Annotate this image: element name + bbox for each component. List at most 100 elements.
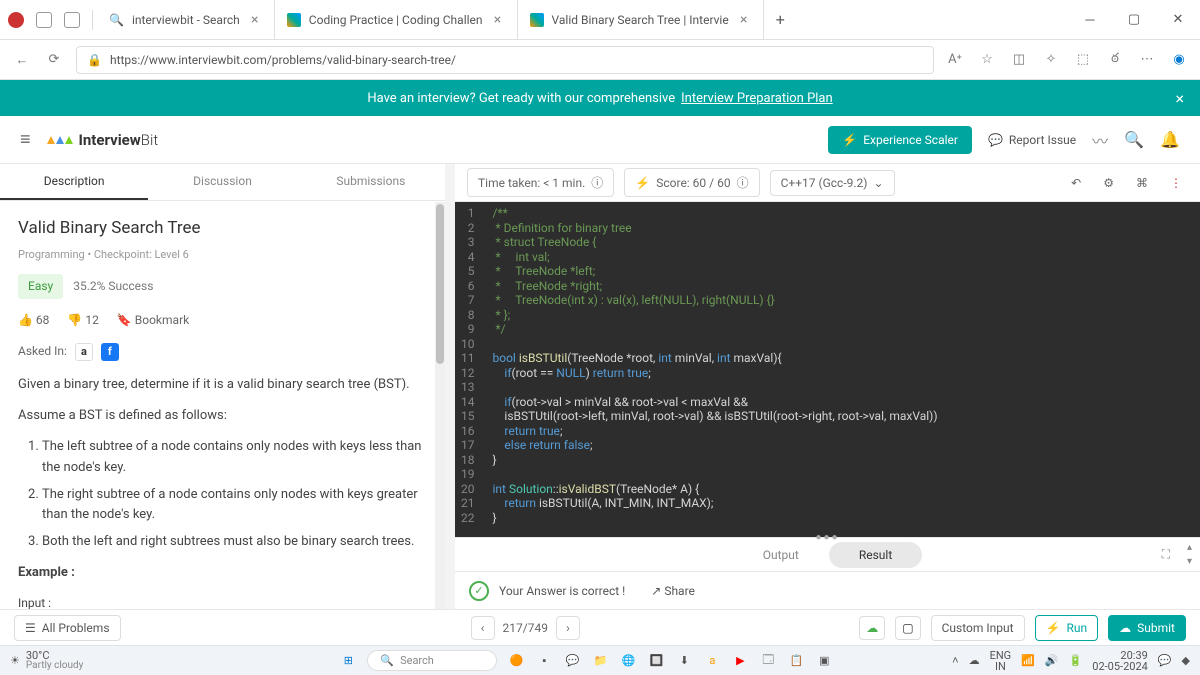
app-icon[interactable]: a xyxy=(703,652,721,670)
chevron-up-icon[interactable]: ˄ xyxy=(952,654,958,667)
app-icon[interactable]: 💬 xyxy=(563,652,581,670)
tab-discussion[interactable]: Discussion xyxy=(148,164,296,200)
notification-icon[interactable]: 💬 xyxy=(1158,654,1172,667)
tab-description[interactable]: Description xyxy=(0,164,148,200)
close-icon[interactable]: × xyxy=(1175,89,1184,108)
banner-link[interactable]: Interview Preparation Plan xyxy=(681,91,833,106)
bookmark-button[interactable]: 🔖 Bookmark xyxy=(117,311,189,330)
share-button[interactable]: ↗ Share xyxy=(651,584,695,598)
submit-button[interactable]: ☁ Submit xyxy=(1108,615,1186,641)
upvote-button[interactable]: 👍 68 xyxy=(18,311,49,330)
close-button[interactable]: ✕ xyxy=(1156,0,1200,39)
app-icon[interactable]: 📁 xyxy=(591,652,609,670)
language-indicator[interactable]: ENG IN xyxy=(990,650,1012,672)
window-titlebar: 🔍 interviewbit - Search × Coding Practic… xyxy=(0,0,1200,40)
edge-icon[interactable]: 🌐 xyxy=(619,652,637,670)
minimize-button[interactable]: ─ xyxy=(1068,0,1112,39)
favorite-icon[interactable]: ☆ xyxy=(978,51,996,69)
refresh-button[interactable]: ⟳ xyxy=(44,50,64,70)
scrollbar[interactable] xyxy=(435,202,445,609)
url-input[interactable]: 🔒 https://www.interviewbit.com/problems/… xyxy=(76,46,934,74)
app-icon[interactable]: ⬇ xyxy=(675,652,693,670)
terminal-icon[interactable]: ▢ xyxy=(895,616,920,640)
facebook-icon[interactable]: f xyxy=(101,343,119,361)
app-icon[interactable]: 🔲 xyxy=(647,652,665,670)
read-aloud-icon[interactable]: A⁺ xyxy=(946,51,964,69)
list-item: The right subtree of a node contains onl… xyxy=(42,485,427,527)
clock[interactable]: 20:39 02-05-2024 xyxy=(1092,650,1148,672)
wifi-icon[interactable]: 📶 xyxy=(1021,654,1035,667)
tab-output[interactable]: Output xyxy=(733,542,829,568)
site-icon xyxy=(530,13,544,27)
app-icon[interactable]: 🟠 xyxy=(507,652,525,670)
all-problems-button[interactable]: ☰ All Problems xyxy=(14,615,121,641)
weather-widget[interactable]: ☀ 30°C Partly cloudy xyxy=(10,650,83,671)
browser-tab-0[interactable]: 🔍 interviewbit - Search × xyxy=(97,0,275,39)
collapse-icon[interactable]: ▾ xyxy=(1187,556,1192,567)
custom-input-button[interactable]: Custom Input xyxy=(931,615,1025,641)
undo-icon[interactable]: ↶ xyxy=(1065,176,1087,190)
maximize-button[interactable]: ▢ xyxy=(1112,0,1156,39)
report-issue-link[interactable]: 💬 Report Issue xyxy=(988,133,1076,147)
next-button[interactable]: › xyxy=(556,616,580,640)
extensions-icon[interactable]: ఠ xyxy=(1106,51,1124,69)
cloud-icon[interactable]: ☁ xyxy=(969,654,980,667)
close-icon[interactable]: × xyxy=(491,13,505,27)
keyboard-icon[interactable]: ⌘ xyxy=(1130,176,1154,190)
browser-tab-2[interactable]: Valid Binary Search Tree | Intervie × xyxy=(518,0,764,39)
bell-icon[interactable]: 🔔 xyxy=(1160,130,1180,149)
youtube-icon[interactable]: ▶ xyxy=(731,652,749,670)
split-icon[interactable]: ◫ xyxy=(1010,51,1028,69)
app-icon[interactable]: 🗔 xyxy=(759,652,777,670)
url-text: https://www.interviewbit.com/problems/va… xyxy=(110,53,923,67)
close-icon[interactable]: × xyxy=(248,13,262,27)
back-button[interactable]: ← xyxy=(12,50,32,70)
windows-taskbar: ☀ 30°C Partly cloudy ⊞ 🔍 Search 🟠 ▪ 💬 📁 … xyxy=(0,645,1200,675)
search-icon[interactable]: 🔍 xyxy=(1124,130,1144,149)
wallet-icon[interactable]: ⬚ xyxy=(1074,51,1092,69)
experience-scaler-button[interactable]: ⚡ Experience Scaler xyxy=(828,126,972,154)
app-icon[interactable]: ▪ xyxy=(535,652,553,670)
copilot-icon[interactable]: ◉ xyxy=(1170,51,1188,69)
new-tab-button[interactable]: + xyxy=(764,0,797,39)
sidebar-icon[interactable] xyxy=(64,12,80,28)
panel-splitter[interactable]: ⋮⋮ xyxy=(445,164,455,609)
info-icon[interactable]: ⓘ xyxy=(591,174,603,191)
time-taken-chip: Time taken: < 1 min. ⓘ xyxy=(467,168,614,197)
start-icon[interactable]: ⊞ xyxy=(339,652,357,670)
run-button[interactable]: ⚡ Run xyxy=(1035,615,1099,641)
prev-button[interactable]: ‹ xyxy=(471,616,495,640)
collections-icon[interactable]: ✧ xyxy=(1042,51,1060,69)
more-icon[interactable]: ⋮ xyxy=(1164,176,1188,190)
workspace-icon[interactable] xyxy=(36,12,52,28)
drag-handle[interactable]: ●●● xyxy=(815,532,839,543)
problem-panel: Description Discussion Submissions Valid… xyxy=(0,164,445,609)
language-selector[interactable]: C++17 (Gcc-9.2) ⌄ xyxy=(770,170,895,196)
tab-submissions[interactable]: Submissions xyxy=(297,164,445,200)
menu-icon[interactable]: ≡ xyxy=(20,129,31,150)
code-editor[interactable]: 12345678910111213141516171819202122 /** … xyxy=(455,202,1200,537)
battery-icon[interactable]: 🔋 xyxy=(1069,654,1083,667)
fullscreen-icon[interactable]: ⛶ xyxy=(1162,547,1170,562)
expand-up-icon[interactable]: ▴ xyxy=(1187,542,1192,553)
status-icon[interactable]: ☁ xyxy=(859,616,885,640)
volume-icon[interactable]: 🔊 xyxy=(1045,654,1059,667)
app-icon[interactable]: 📋 xyxy=(787,652,805,670)
example-label: Example : xyxy=(18,565,75,580)
tab-result[interactable]: Result xyxy=(829,542,922,568)
terminal-icon[interactable]: ▣ xyxy=(815,652,833,670)
copilot-icon[interactable]: ◆ xyxy=(1182,654,1190,667)
downvote-button[interactable]: 👎 12 xyxy=(67,311,98,330)
amazon-icon[interactable]: a xyxy=(75,343,93,361)
desc-para: Assume a BST is defined as follows: xyxy=(18,406,427,427)
more-icon[interactable]: ⋯ xyxy=(1138,51,1156,69)
settings-icon[interactable]: ⚙ xyxy=(1097,176,1120,190)
example-block: Input : 1 / \ 2 3 xyxy=(18,594,427,609)
taskbar-search[interactable]: 🔍 Search xyxy=(367,650,497,671)
logo[interactable]: InterviewBit xyxy=(47,131,159,149)
info-icon[interactable]: ⓘ xyxy=(737,174,749,191)
browser-tab-1[interactable]: Coding Practice | Coding Challen × xyxy=(275,0,518,39)
activity-icon[interactable]: 〰 xyxy=(1092,128,1108,152)
close-icon[interactable]: × xyxy=(737,13,751,27)
chat-icon: 💬 xyxy=(988,133,1003,147)
